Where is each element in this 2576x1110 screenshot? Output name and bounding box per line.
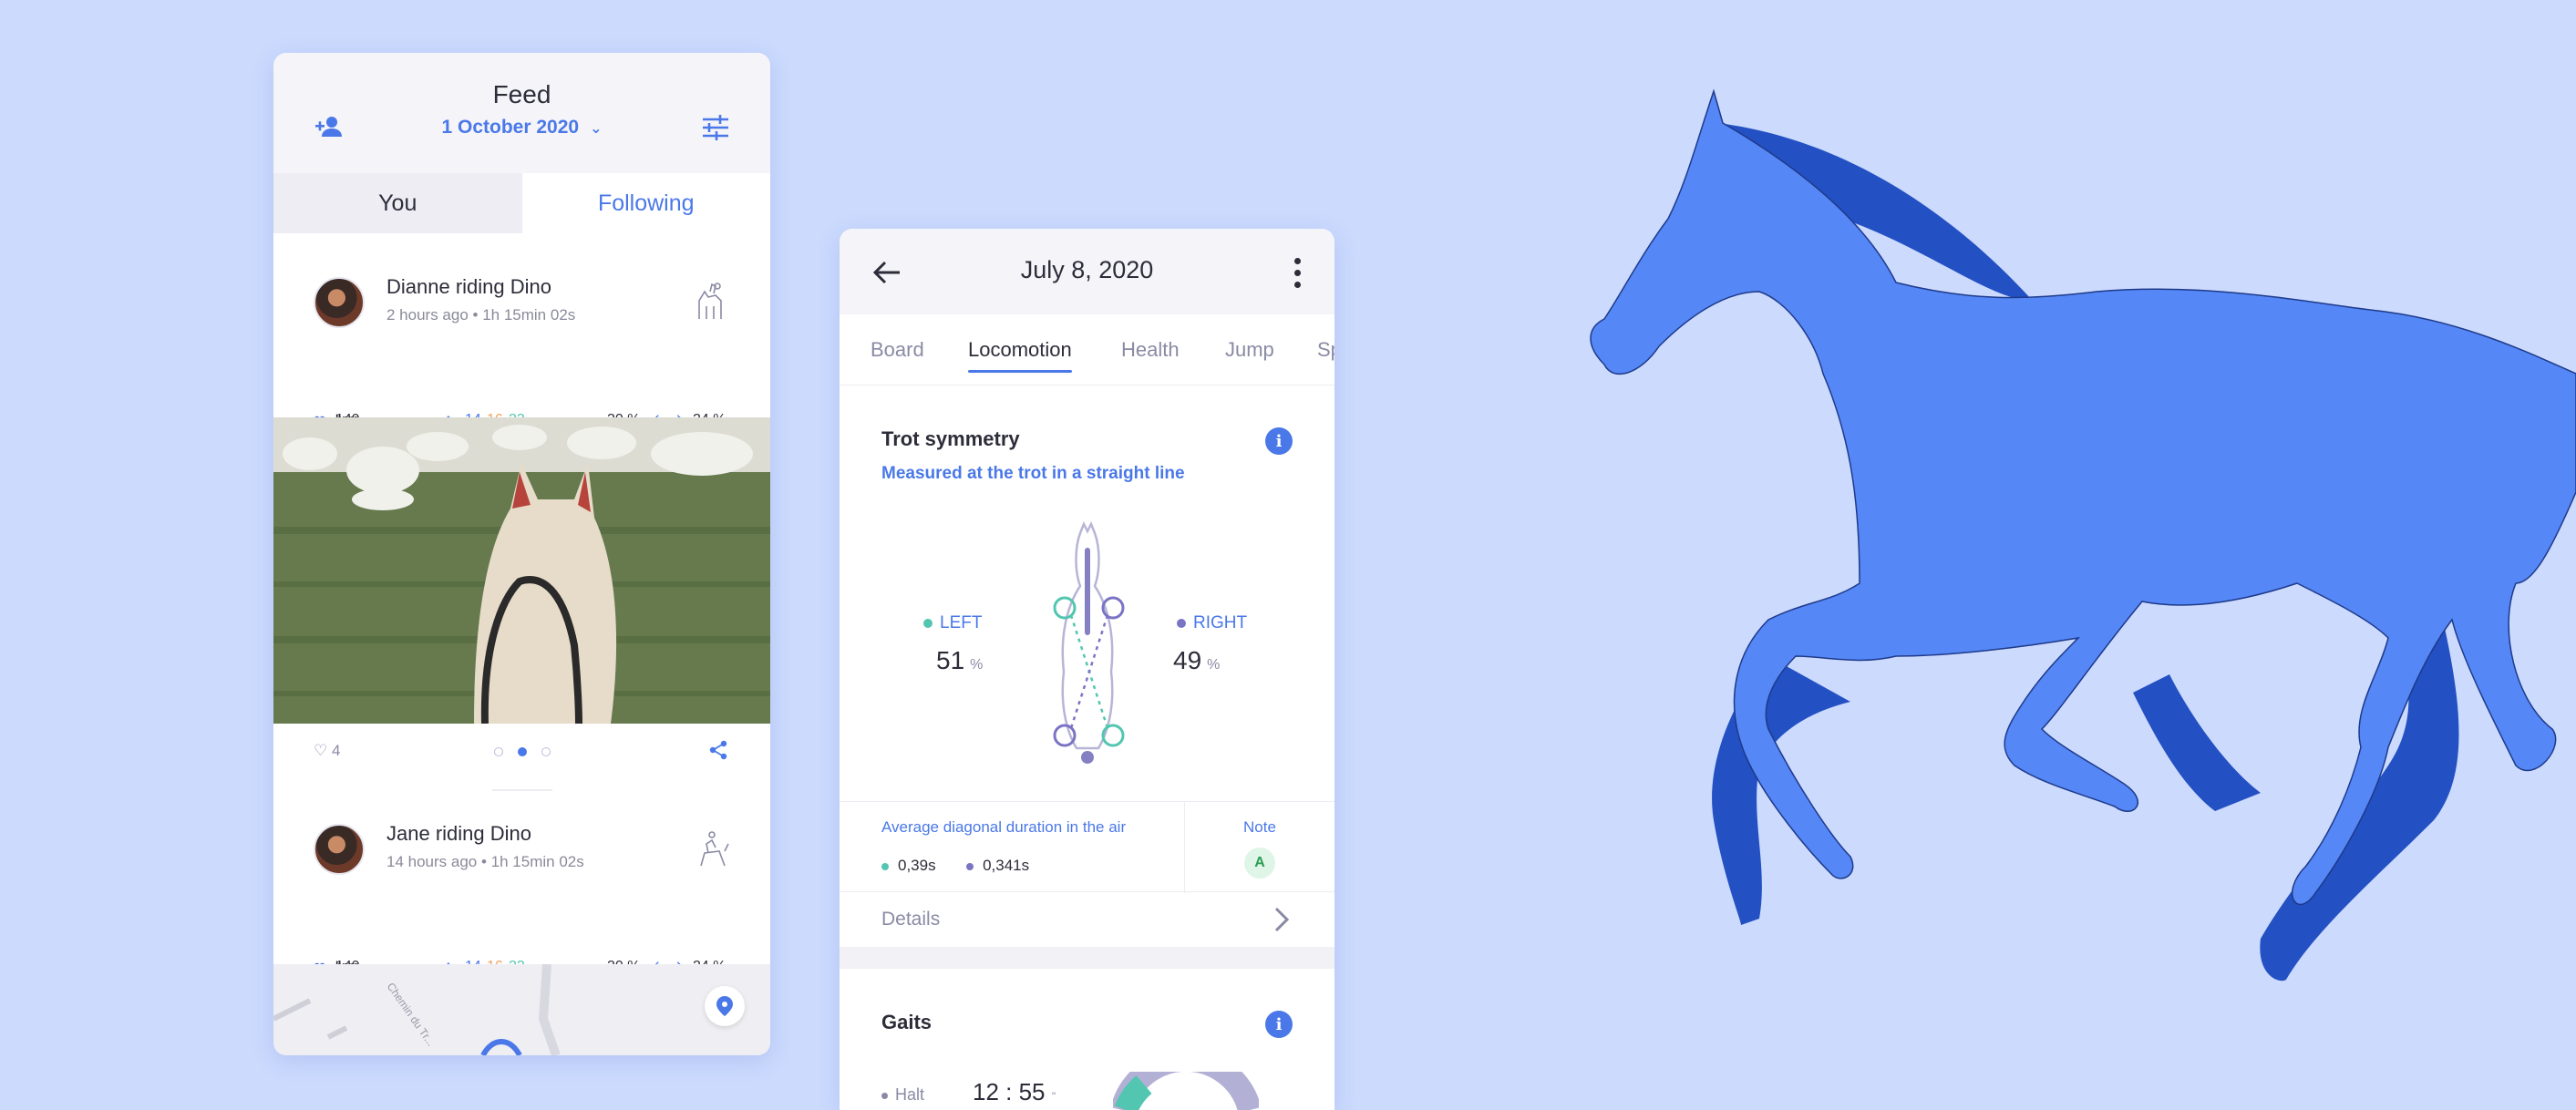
left-label: LEFT xyxy=(923,613,982,633)
tab-board[interactable]: Board xyxy=(871,338,924,362)
carousel-dot[interactable] xyxy=(541,747,551,756)
post-meta: 14 hours ago • 1h 15min 02s xyxy=(386,853,584,870)
tab-locomotion[interactable]: Locomotion xyxy=(968,338,1072,373)
diagonal-duration-row: Average diagonal duration in the air 0,3… xyxy=(840,801,1334,893)
tab-health[interactable]: Health xyxy=(1121,338,1180,362)
ride-map[interactable]: Chemin du Tr... xyxy=(273,963,770,1055)
feed-post: Jane riding Dino 14 hours ago • 1h 15min… xyxy=(273,811,770,978)
share-icon[interactable] xyxy=(706,738,730,762)
more-options-icon[interactable] xyxy=(1293,258,1302,289)
gait-halt-label: Halt xyxy=(881,1085,924,1105)
post-meta: 2 hours ago • 1h 15min 02s xyxy=(386,306,576,324)
diagonal-left-value: 0,39s xyxy=(898,857,936,874)
left-value: 51% xyxy=(936,646,984,674)
feed-tabs: You Following xyxy=(273,173,770,233)
gaits-title: Gaits xyxy=(881,1011,933,1033)
feed-header: Feed 1 October 2020 ⌄ xyxy=(273,53,770,173)
horse-topview-diagram xyxy=(1053,520,1125,764)
like-count: 4 xyxy=(331,742,341,759)
locomotion-header: July 8, 2020 xyxy=(840,229,1334,314)
divider xyxy=(492,789,552,791)
section-spacer xyxy=(840,947,1334,969)
hind-right-hoof xyxy=(1101,724,1125,747)
tab-following[interactable]: Following xyxy=(521,173,770,233)
hind-left-hoof xyxy=(1053,724,1077,747)
post-time: 14 hours ago xyxy=(386,853,478,870)
tab-partial[interactable]: Sp xyxy=(1317,338,1334,362)
date-label: 1 October 2020 xyxy=(441,117,580,138)
post-time: 2 hours ago xyxy=(386,306,469,324)
chevron-down-icon: ⌄ xyxy=(590,121,603,137)
post-author[interactable]: Jane riding Dino xyxy=(386,822,531,846)
horse-illustration xyxy=(1590,88,2576,982)
carousel-dot[interactable] xyxy=(494,747,503,756)
info-icon[interactable]: i xyxy=(1265,427,1293,455)
heart-outline-icon: ♡ xyxy=(314,742,328,759)
location-pin-icon[interactable] xyxy=(705,986,745,1026)
diagonal-right-value: 0,341s xyxy=(983,857,1030,874)
post-duration: 1h 15min 02s xyxy=(490,853,584,870)
diagonal-duration-title: Average diagonal duration in the air xyxy=(881,818,1127,836)
front-left-hoof xyxy=(1053,596,1077,620)
tab-jump[interactable]: Jump xyxy=(1225,338,1274,362)
page-title: July 8, 2020 xyxy=(1020,256,1154,283)
post-photo[interactable] xyxy=(273,417,770,724)
post-actions: ♡ 4 xyxy=(273,736,770,769)
date-selector[interactable]: 1 October 2020 ⌄ xyxy=(273,117,770,139)
diagonal-duration-values: 0,39s 0,341s xyxy=(881,857,1029,875)
gaits-donut-chart xyxy=(1113,1072,1259,1110)
trot-symmetry-title: Trot symmetry xyxy=(881,427,1020,450)
right-label: RIGHT xyxy=(1177,613,1247,633)
post-author[interactable]: Dianne riding Dino xyxy=(386,275,551,299)
avatar[interactable] xyxy=(314,277,365,328)
like-button[interactable]: ♡ 4 xyxy=(314,742,340,760)
gait-halt-time: 12 : 55 '' xyxy=(973,1078,1056,1105)
trot-symmetry-subtitle: Measured at the trot in a straight line xyxy=(881,464,1185,483)
canvas: Feed 1 October 2020 ⌄ You Following Diann… xyxy=(0,0,2576,1110)
tab-you[interactable]: You xyxy=(273,173,522,233)
info-icon[interactable]: i xyxy=(1265,1011,1293,1038)
note-grade-badge: A xyxy=(1244,848,1275,879)
right-value: 49% xyxy=(1173,646,1221,674)
locomotion-screen: July 8, 2020 Board Locomotion Health Jum… xyxy=(840,229,1334,1110)
page-title: Feed xyxy=(492,80,551,108)
details-link[interactable]: Details xyxy=(840,892,1334,947)
chevron-right-icon xyxy=(1271,905,1293,934)
horse-rider-icon xyxy=(690,826,737,873)
carousel-dot-active[interactable] xyxy=(518,747,527,756)
feed-screen: Feed 1 October 2020 ⌄ You Following Diann… xyxy=(273,53,770,1055)
post-duration: 1h 15min 02s xyxy=(482,306,576,324)
horse-rider-icon xyxy=(690,279,737,326)
sliders-icon[interactable] xyxy=(697,109,734,146)
note-title: Note xyxy=(1243,818,1276,836)
locomotion-tabs: Board Locomotion Health Jump Sp xyxy=(840,314,1334,385)
divider xyxy=(1184,802,1185,893)
avatar[interactable] xyxy=(314,824,365,875)
carousel-dots xyxy=(494,747,558,758)
details-label: Details xyxy=(881,909,941,930)
